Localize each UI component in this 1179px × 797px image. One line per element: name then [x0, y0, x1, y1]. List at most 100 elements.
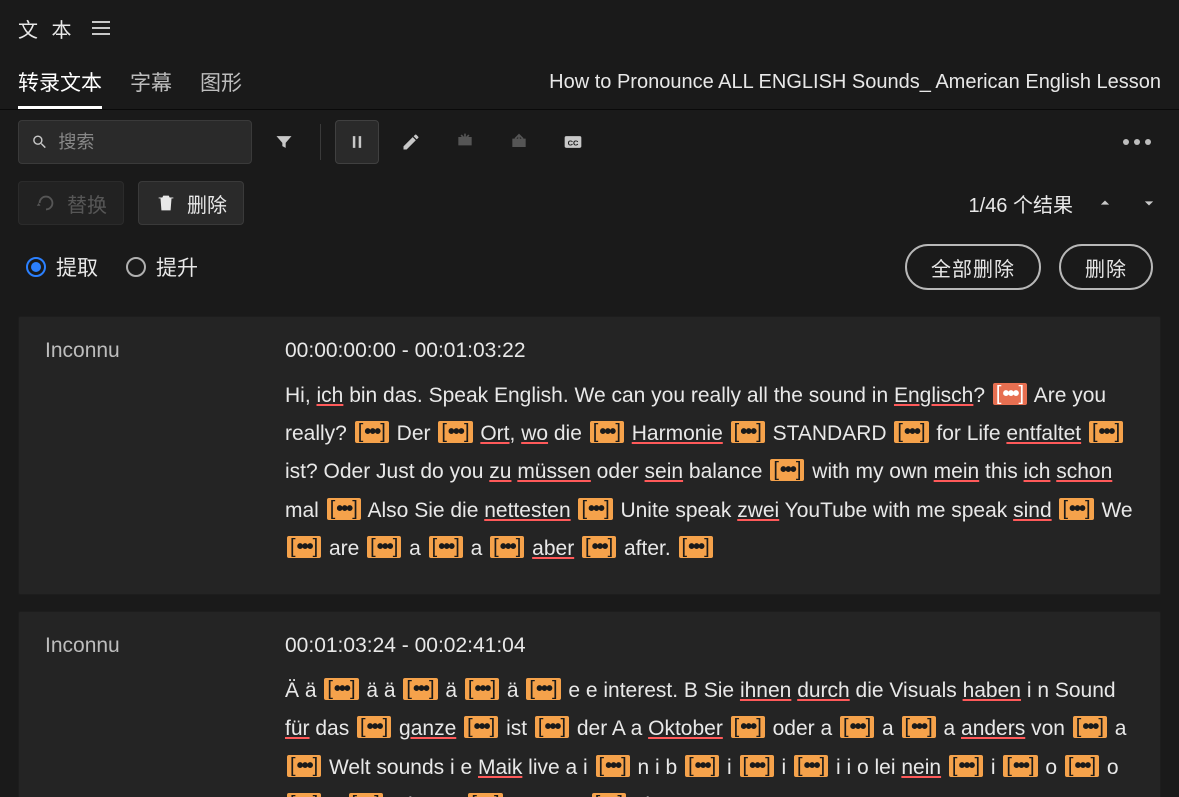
gap-marker[interactable]: ••• [355, 421, 389, 443]
text-run: i n Sound [1021, 679, 1116, 702]
gap-marker[interactable]: ••• [327, 498, 361, 520]
action-row: 替换 删除 1/46 个结果 [0, 174, 1179, 232]
text-run: ä [440, 679, 463, 702]
gap-marker[interactable]: ••• [685, 755, 719, 777]
cc-icon: CC [563, 132, 583, 152]
cc-button[interactable]: CC [551, 120, 595, 164]
gap-marker[interactable]: ••• [526, 678, 560, 700]
flagged-word: mein [934, 460, 980, 483]
tab-graphics[interactable]: 图形 [200, 57, 242, 109]
text-run: das [310, 717, 356, 740]
gap-marker[interactable]: ••• [1089, 421, 1123, 443]
gap-marker[interactable]: ••• [324, 678, 358, 700]
gap-marker[interactable]: ••• [590, 421, 624, 443]
gap-marker[interactable]: ••• [1065, 755, 1099, 777]
gap-marker[interactable]: ••• [287, 536, 321, 558]
menu-icon[interactable] [92, 21, 110, 35]
speaker-name: Inconnu [45, 339, 275, 568]
text-run: mal [285, 499, 325, 522]
flagged-word: aber [532, 537, 574, 560]
gap-marker[interactable]: ••• [993, 383, 1027, 405]
edit-button[interactable] [389, 120, 433, 164]
text-run: a [938, 717, 961, 740]
gap-marker[interactable]: ••• [349, 793, 383, 797]
gap-marker[interactable]: ••• [468, 793, 502, 797]
results-count: 1/46 个结果 [969, 189, 1074, 218]
next-result[interactable] [1137, 191, 1161, 215]
prev-result[interactable] [1093, 191, 1117, 215]
segment-text[interactable]: Hi, ich bin das. Speak English. We can y… [285, 377, 1134, 568]
tab-transcript[interactable]: 转录文本 [18, 57, 102, 109]
pause-markers-button[interactable] [335, 120, 379, 164]
search-input[interactable] [58, 132, 239, 153]
chevron-down-icon [1139, 193, 1159, 213]
segment-body: 00:00:00:00 - 00:01:03:22Hi, ich bin das… [285, 339, 1134, 568]
text-run: , [510, 422, 522, 445]
gap-marker[interactable]: ••• [287, 755, 321, 777]
tab-subtitles[interactable]: 字幕 [130, 57, 172, 109]
delete-rounded-button[interactable]: 删除 [1059, 244, 1153, 290]
flagged-word: nettesten [484, 499, 570, 522]
gap-marker[interactable]: ••• [578, 498, 612, 520]
text-run [456, 717, 462, 740]
flagged-word: Maik [478, 756, 522, 779]
gap-marker[interactable]: ••• [403, 678, 437, 700]
gap-marker[interactable]: ••• [429, 536, 463, 558]
gap-marker[interactable]: ••• [1073, 716, 1107, 738]
dot-icon [1145, 139, 1151, 145]
gap-marker[interactable]: ••• [357, 716, 391, 738]
gap-marker[interactable]: ••• [731, 421, 765, 443]
text-run: live a i [522, 756, 593, 779]
gap-marker[interactable]: ••• [490, 536, 524, 558]
gap-marker[interactable]: ••• [840, 716, 874, 738]
delete-all-button[interactable]: 全部删除 [905, 244, 1041, 290]
gap-marker[interactable]: ••• [679, 536, 713, 558]
search-icon [31, 132, 48, 152]
gap-marker[interactable]: ••• [740, 755, 774, 777]
replace-button[interactable]: 替换 [18, 181, 124, 225]
gap-marker[interactable]: ••• [770, 459, 804, 481]
import-caption-button[interactable] [443, 120, 487, 164]
segment-text[interactable]: Ä ä ••• ä ä ••• ä ••• ä ••• e e interest… [285, 672, 1134, 797]
radio-extract[interactable]: 提取 [26, 252, 98, 282]
gap-marker[interactable]: ••• [731, 716, 765, 738]
text-run: o [1040, 756, 1063, 779]
transcript-segment[interactable]: Inconnu00:01:03:24 - 00:02:41:04Ä ä ••• … [18, 611, 1161, 797]
radio-extract-label: 提取 [56, 252, 98, 282]
refresh-icon [35, 192, 57, 214]
gap-marker[interactable]: ••• [535, 716, 569, 738]
more-menu[interactable] [1113, 129, 1161, 155]
gap-marker[interactable]: ••• [1059, 498, 1093, 520]
replace-label: 替换 [67, 189, 107, 218]
delete-button[interactable]: 删除 [138, 181, 244, 225]
text-run [574, 537, 580, 560]
gap-marker[interactable]: ••• [902, 716, 936, 738]
gap-marker[interactable]: ••• [582, 536, 616, 558]
gap-marker[interactable]: ••• [1003, 755, 1037, 777]
gap-marker[interactable]: ••• [367, 536, 401, 558]
text-run: Welt sounds i e [323, 756, 478, 779]
delete-label: 删除 [187, 189, 227, 218]
flagged-word: ihnen [740, 679, 791, 702]
gap-marker[interactable]: ••• [794, 755, 828, 777]
gap-marker[interactable]: ••• [438, 421, 472, 443]
gap-marker[interactable]: ••• [592, 793, 626, 797]
text-run: die Visuals [850, 679, 963, 702]
flagged-word: durch [797, 679, 850, 702]
trash-icon [155, 192, 177, 214]
flagged-word: Ort [480, 422, 509, 445]
transcript-list: Inconnu00:00:00:00 - 00:01:03:22Hi, ich … [0, 302, 1179, 797]
search-results-nav: 1/46 个结果 [969, 189, 1162, 218]
text-run: STANDARD [767, 422, 893, 445]
gap-marker[interactable]: ••• [596, 755, 630, 777]
gap-marker[interactable]: ••• [287, 793, 321, 797]
gap-marker[interactable]: ••• [465, 678, 499, 700]
gap-marker[interactable]: ••• [894, 421, 928, 443]
transcript-segment[interactable]: Inconnu00:00:00:00 - 00:01:03:22Hi, ich … [18, 316, 1161, 595]
export-caption-button[interactable] [497, 120, 541, 164]
gap-marker[interactable]: ••• [464, 716, 498, 738]
filter-button[interactable] [262, 120, 306, 164]
radio-promote[interactable]: 提升 [126, 252, 198, 282]
panel-title: 文 本 [18, 14, 76, 43]
gap-marker[interactable]: ••• [949, 755, 983, 777]
